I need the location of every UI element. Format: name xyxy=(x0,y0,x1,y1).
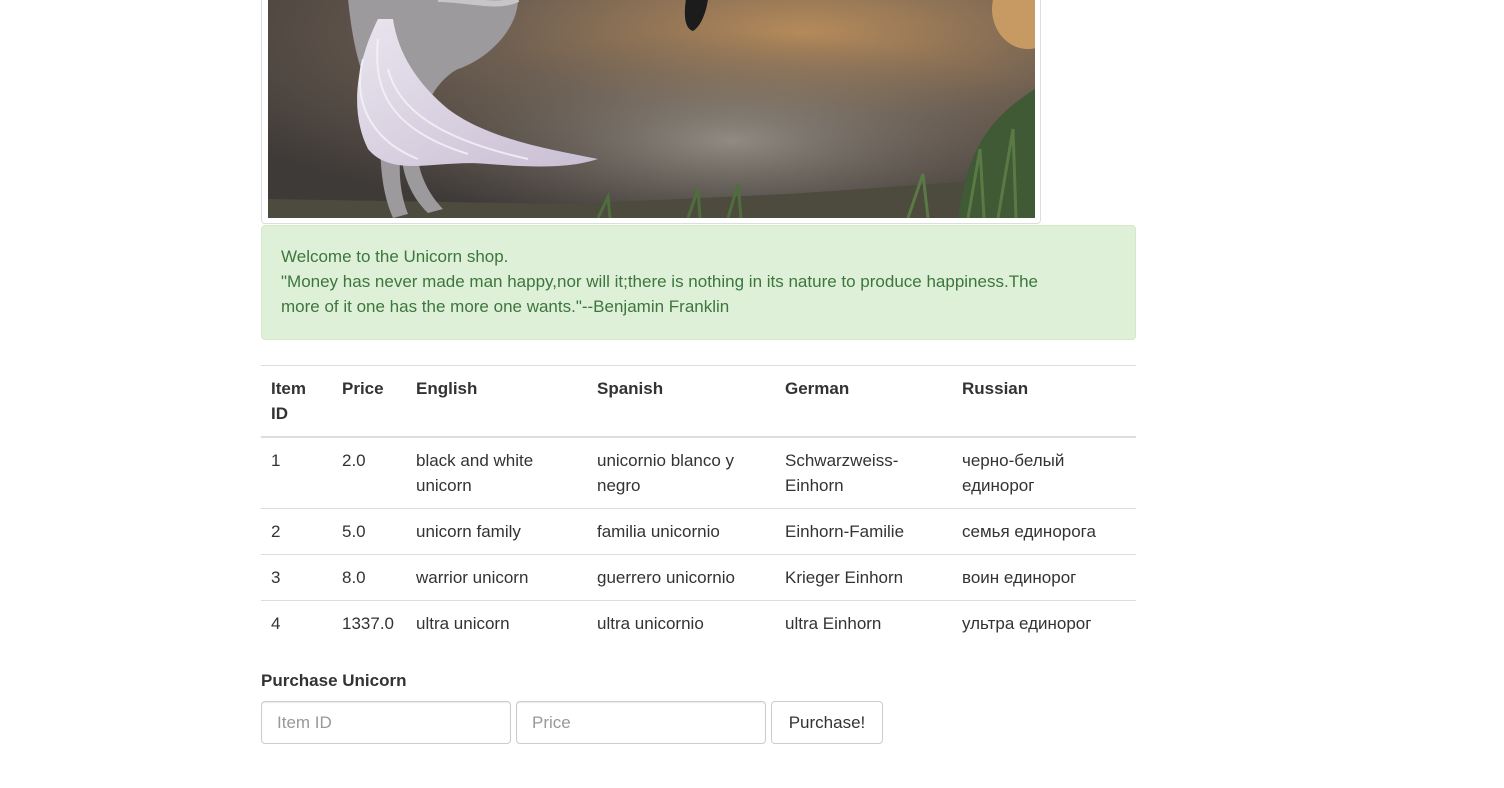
cell-english: unicorn family xyxy=(406,508,587,555)
cell-spanish: ultra unicornio xyxy=(587,600,775,646)
cell-price: 2.0 xyxy=(342,451,366,470)
cell-item-id: 1 xyxy=(271,451,281,470)
price-input[interactable] xyxy=(516,701,766,744)
item-id-input[interactable] xyxy=(261,701,511,744)
header-russian: Russian xyxy=(952,365,1136,438)
table-header-row: Item ID Price English Spanish German Rus… xyxy=(261,365,1136,438)
unicorn-image-frame xyxy=(261,0,1041,224)
cell-russian: воин единорог xyxy=(952,554,1136,601)
purchase-button[interactable]: Purchase! xyxy=(771,701,883,744)
header-item-id: Item ID xyxy=(261,365,332,438)
unicorn-image xyxy=(268,0,1035,218)
cell-german: ultra Einhorn xyxy=(775,600,952,646)
cell-price: 8.0 xyxy=(332,554,406,601)
page: Welcome to the Unicorn shop. "Money has … xyxy=(0,0,1504,788)
cell-spanish: guerrero unicornio xyxy=(587,554,775,601)
header-german: German xyxy=(775,365,952,438)
cell-german: Einhorn-Familie xyxy=(775,508,952,555)
cell-english: black and white unicorn xyxy=(416,451,534,495)
cell-spanish: familia unicornio xyxy=(587,508,775,555)
cell-german: Krieger Einhorn xyxy=(775,554,952,601)
welcome-alert: Welcome to the Unicorn shop. "Money has … xyxy=(261,225,1136,340)
header-english: English xyxy=(406,365,587,438)
cell-english: ultra unicorn xyxy=(406,600,587,646)
unicorn-table: Item ID Price English Spanish German Rus… xyxy=(261,365,1136,646)
header-price: Price xyxy=(332,365,406,438)
purchase-unicorn-label: Purchase Unicorn xyxy=(261,671,407,690)
cell-russian: черно-белый единорог xyxy=(962,451,1065,495)
header-spanish: Spanish xyxy=(587,365,775,438)
cell-price: 1337.0 xyxy=(332,600,406,646)
cell-german: Schwarzweiss-Einhorn xyxy=(785,451,899,495)
cell-price: 5.0 xyxy=(332,508,406,555)
table-row: 4 1337.0 ultra unicorn ultra unicornio u… xyxy=(261,600,1136,646)
cell-russian: семья единорога xyxy=(952,508,1136,555)
cell-russian: ультра единорог xyxy=(952,600,1136,646)
cell-english: warrior unicorn xyxy=(406,554,587,601)
table-row: 1 2.0 black and white unicorn unicornio … xyxy=(261,437,1136,509)
cell-item-id: 2 xyxy=(261,508,332,555)
franklin-quote: "Money has never made man happy,nor will… xyxy=(281,272,1038,316)
cell-item-id: 3 xyxy=(261,554,332,601)
welcome-text: Welcome to the Unicorn shop. xyxy=(281,247,509,266)
table-row: 3 8.0 warrior unicorn guerrero unicornio… xyxy=(261,554,1136,601)
cell-spanish: unicornio blanco y negro xyxy=(597,451,735,495)
cell-item-id: 4 xyxy=(261,600,332,646)
table-row: 2 5.0 unicorn family familia unicornio E… xyxy=(261,508,1136,555)
